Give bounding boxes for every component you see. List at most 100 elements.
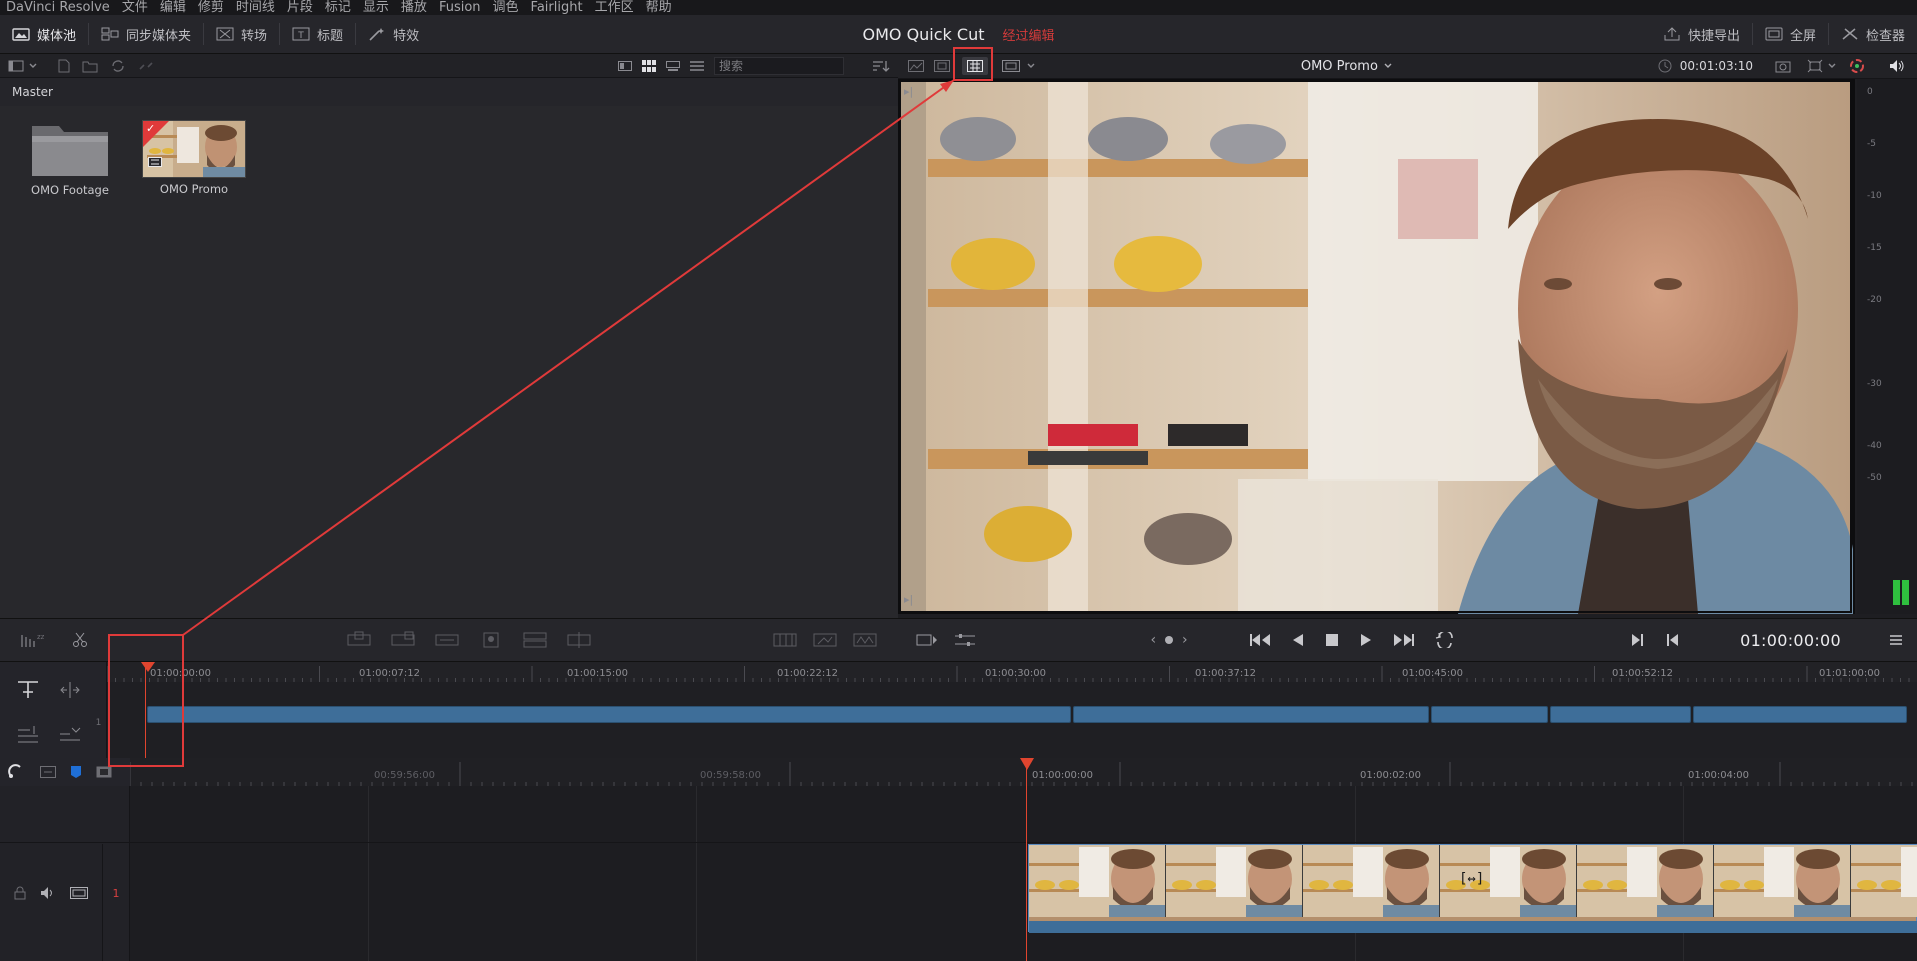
menu-view[interactable]: 显示 bbox=[363, 0, 389, 15]
speaker-icon[interactable] bbox=[1889, 59, 1905, 73]
video-track-icon[interactable] bbox=[96, 766, 112, 778]
menu-mark[interactable]: 标记 bbox=[325, 0, 351, 15]
viewer-timeline-name[interactable]: OMO Promo bbox=[1301, 59, 1378, 74]
upper-timeline-track[interactable] bbox=[107, 662, 1917, 758]
sync-icon[interactable] bbox=[110, 59, 126, 73]
fullscreen-button[interactable]: 全屏 bbox=[1753, 15, 1828, 54]
menu-color[interactable]: 调色 bbox=[493, 0, 519, 15]
media-pool-button[interactable]: 媒体池 bbox=[0, 15, 88, 54]
chevron-down-icon[interactable] bbox=[1026, 61, 1036, 71]
audio-trim-icon[interactable] bbox=[58, 724, 82, 744]
magnet-snap-icon[interactable] bbox=[8, 764, 24, 780]
image-view-icon[interactable] bbox=[908, 60, 924, 72]
place-on-top-icon[interactable] bbox=[522, 631, 548, 649]
menu-edit[interactable]: 编辑 bbox=[160, 0, 186, 15]
video-clip[interactable]: [↔] bbox=[1028, 844, 1917, 933]
menu-workspace[interactable]: 工作区 bbox=[595, 0, 634, 15]
timeline-clip[interactable] bbox=[1693, 706, 1907, 723]
overlay-mode-icon[interactable] bbox=[1775, 59, 1791, 73]
upper-playhead-handle[interactable] bbox=[141, 662, 155, 672]
chevron-down-icon[interactable] bbox=[1383, 61, 1393, 71]
jog-dot-icon[interactable] bbox=[1164, 635, 1174, 645]
detect-scene-icon[interactable] bbox=[16, 724, 40, 744]
trim-edit-icon[interactable] bbox=[58, 680, 82, 700]
timeline-clip[interactable] bbox=[1550, 706, 1691, 723]
viewer-frame[interactable]: ▸| ▸| bbox=[898, 79, 1855, 614]
menu-timeline[interactable]: 时间线 bbox=[236, 0, 275, 15]
lower-timeline-ruler[interactable]: 00:59:56:00 00:59:58:00 01:00:00:00 01:0… bbox=[130, 758, 1917, 786]
jog-left-icon[interactable]: ‹ bbox=[1150, 632, 1156, 648]
chevron-down-icon[interactable] bbox=[1827, 61, 1837, 71]
next-frame-marker-icon[interactable]: ▸| bbox=[904, 593, 913, 606]
mark-in-icon[interactable] bbox=[1630, 632, 1644, 648]
cut-transition-icon[interactable] bbox=[812, 631, 838, 649]
transitions-button[interactable]: 转场 bbox=[204, 15, 279, 54]
sort-icon[interactable] bbox=[872, 60, 890, 72]
menu-fairlight[interactable]: Fairlight bbox=[531, 0, 583, 15]
speaker-icon[interactable] bbox=[40, 886, 56, 900]
menu-fusion[interactable]: Fusion bbox=[439, 0, 481, 15]
timeline-view-icon[interactable] bbox=[962, 57, 988, 75]
effects-button[interactable]: 特效 bbox=[356, 15, 431, 54]
thumbnail-view-icon[interactable] bbox=[642, 59, 656, 72]
mark-out-icon[interactable] bbox=[1666, 632, 1680, 648]
metadata-view-icon[interactable] bbox=[618, 60, 632, 71]
dissolve-icon[interactable] bbox=[772, 631, 798, 649]
menu-clip[interactable]: 片段 bbox=[287, 0, 313, 15]
append-icon[interactable] bbox=[390, 631, 416, 649]
transform-icon[interactable] bbox=[1807, 59, 1823, 73]
hamburger-menu-icon[interactable] bbox=[1889, 634, 1903, 646]
menu-playback[interactable]: 播放 bbox=[401, 0, 427, 15]
menu-file[interactable]: 文件 bbox=[122, 0, 148, 15]
chevron-down-icon[interactable] bbox=[28, 61, 38, 71]
quick-export-button[interactable]: 快捷导出 bbox=[1651, 15, 1752, 54]
bin-folder-item[interactable]: OMO Footage bbox=[26, 118, 114, 197]
sync-bin-button[interactable]: 同步媒体夹 bbox=[89, 15, 203, 54]
smart-indicator-icon[interactable]: zz bbox=[20, 631, 48, 649]
play-icon[interactable] bbox=[1358, 632, 1374, 648]
filmstrip-view-icon[interactable] bbox=[666, 60, 680, 71]
source-overwrite-icon[interactable] bbox=[566, 631, 592, 649]
timeline-clip[interactable] bbox=[1073, 706, 1429, 723]
source-tape-icon[interactable] bbox=[916, 632, 938, 648]
loop-icon[interactable] bbox=[1434, 632, 1456, 648]
source-view-icon[interactable] bbox=[934, 60, 950, 72]
sidebar-toggle-icon[interactable] bbox=[8, 60, 24, 72]
list-view-icon[interactable] bbox=[690, 60, 704, 71]
play-reverse-icon[interactable] bbox=[1290, 632, 1306, 648]
close-up-icon[interactable] bbox=[478, 631, 504, 649]
sliders-icon[interactable] bbox=[954, 632, 976, 648]
import-media-icon[interactable] bbox=[56, 59, 72, 73]
audio-scrub-icon[interactable] bbox=[40, 766, 56, 778]
timeline-clip[interactable] bbox=[147, 706, 1071, 723]
skip-to-start-icon[interactable] bbox=[1248, 632, 1272, 648]
media-pool-search-input[interactable]: 搜索 bbox=[714, 56, 844, 75]
breadcrumb-master[interactable]: Master bbox=[12, 85, 53, 99]
viewer-timecode[interactable]: 01:00:00:00 bbox=[1740, 631, 1841, 650]
menu-help[interactable]: 帮助 bbox=[646, 0, 672, 15]
jog-right-icon[interactable]: › bbox=[1182, 632, 1188, 648]
import-folder-icon[interactable] bbox=[82, 59, 98, 73]
menu-trim[interactable]: 修剪 bbox=[198, 0, 224, 15]
ripple-overwrite-icon[interactable] bbox=[434, 631, 460, 649]
lock-icon[interactable] bbox=[14, 886, 26, 900]
prev-frame-marker-icon[interactable]: ▸| bbox=[904, 85, 913, 98]
track-snap-icon[interactable] bbox=[16, 680, 40, 700]
skip-to-end-icon[interactable] bbox=[1392, 632, 1416, 648]
color-wheel-icon[interactable] bbox=[1849, 58, 1865, 74]
scissors-icon[interactable] bbox=[72, 632, 88, 648]
stop-icon[interactable] bbox=[1324, 632, 1340, 648]
smooth-cut-icon[interactable] bbox=[852, 631, 878, 649]
menu-app[interactable]: DaVinci Resolve bbox=[6, 0, 110, 15]
flag-marker-icon[interactable] bbox=[70, 765, 82, 779]
lower-timeline-area[interactable]: [↔] bbox=[130, 758, 1917, 961]
unlink-icon[interactable] bbox=[138, 59, 154, 73]
safe-area-icon[interactable] bbox=[1002, 60, 1020, 72]
titles-button[interactable]: T 标题 bbox=[280, 15, 355, 54]
monitor-icon[interactable] bbox=[70, 887, 88, 899]
inspector-button[interactable]: 检查器 bbox=[1829, 15, 1917, 54]
smart-insert-icon[interactable] bbox=[346, 631, 372, 649]
timeline-clip[interactable] bbox=[1431, 706, 1548, 723]
upper-timeline-ruler[interactable]: 01:00:00:00 01:00:07:12 01:00:15:00 01:0… bbox=[107, 662, 1917, 682]
timeline-item[interactable]: ✓ OMO Promo bbox=[142, 120, 246, 196]
